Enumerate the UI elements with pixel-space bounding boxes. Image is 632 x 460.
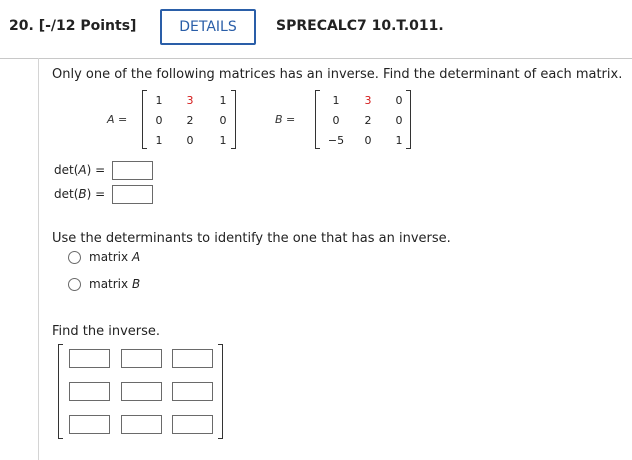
matrix-a-cell-highlighted: 3	[186, 94, 194, 107]
points-text: [-/12 Points]	[38, 18, 137, 34]
inverse-input[interactable]	[172, 349, 213, 368]
option-a-var: A	[131, 250, 141, 264]
question-number: 20. [-/12 Points]	[9, 18, 136, 34]
matrix-a-cell: 2	[186, 114, 194, 127]
inverse-left-bracket	[58, 344, 63, 439]
inverse-input[interactable]	[172, 382, 213, 401]
det-b-post: ) =	[86, 187, 106, 201]
option-matrix-a-label: matrix A	[89, 250, 140, 264]
matrix-a-cell: 1	[219, 94, 227, 107]
matrix-b-cell: −5	[327, 134, 345, 147]
matrix-a-cell: 0	[155, 114, 163, 127]
option-b-var: B	[131, 277, 141, 291]
option-matrix-b-label: matrix B	[89, 277, 140, 291]
matrix-b-left-bracket	[315, 90, 320, 149]
det-b-var: B	[78, 187, 87, 201]
matrix-b-cell: 0	[395, 94, 403, 107]
det-a-label: det(A) =	[54, 163, 105, 177]
inverse-input[interactable]	[172, 415, 213, 434]
matrix-b-cell: 2	[364, 114, 372, 127]
details-button[interactable]: DETAILS	[160, 9, 256, 45]
inverse-input[interactable]	[121, 415, 162, 434]
matrix-a-cell: 0	[186, 134, 194, 147]
question-code: SPRECALC7 10.T.011.	[276, 18, 444, 34]
question-header: 20. [-/12 Points] DETAILS SPRECALC7 10.T…	[0, 0, 632, 59]
matrix-a-cell: 1	[219, 134, 227, 147]
question-prompt: Only one of the following matrices has a…	[52, 67, 623, 82]
det-a-post: ) =	[86, 163, 106, 177]
det-a-pre: det(	[54, 163, 79, 177]
matrix-b-label: B =	[275, 113, 295, 126]
det-b-input[interactable]	[112, 185, 153, 204]
find-inverse-label: Find the inverse.	[52, 324, 161, 339]
inverse-input[interactable]	[121, 349, 162, 368]
inverse-input[interactable]	[121, 382, 162, 401]
matrix-b-cell: 1	[395, 134, 403, 147]
matrix-b-cell: 1	[332, 94, 340, 107]
det-a-input[interactable]	[112, 161, 153, 180]
inverse-right-bracket	[218, 344, 223, 439]
inverse-question: Use the determinants to identify the one…	[52, 231, 451, 246]
matrix-b-cell-highlighted: 3	[364, 94, 372, 107]
matrix-a-var: A	[107, 113, 115, 126]
matrix-a-cell: 1	[155, 134, 163, 147]
inverse-input[interactable]	[69, 349, 110, 368]
inverse-input[interactable]	[69, 382, 110, 401]
radio-button[interactable]	[68, 251, 81, 264]
det-b-label: det(B) =	[54, 187, 105, 201]
question-number-text: 20.	[9, 18, 34, 34]
option-a-prefix: matrix	[89, 250, 132, 264]
matrix-b-cell: 0	[332, 114, 340, 127]
inverse-input[interactable]	[69, 415, 110, 434]
matrix-b-equals: =	[286, 113, 296, 126]
radio-button[interactable]	[68, 278, 81, 291]
matrix-b-cell: 0	[395, 114, 403, 127]
det-a-var: A	[78, 163, 87, 177]
matrix-a-equals: =	[118, 113, 128, 126]
matrix-b-var: B	[275, 113, 283, 126]
matrix-a-cell: 0	[219, 114, 227, 127]
matrix-a-cell: 1	[155, 94, 163, 107]
matrix-b-cell: 0	[364, 134, 372, 147]
det-b-pre: det(	[54, 187, 79, 201]
option-b-prefix: matrix	[89, 277, 132, 291]
matrix-a-label: A =	[107, 113, 127, 126]
content-left-border	[38, 58, 39, 460]
